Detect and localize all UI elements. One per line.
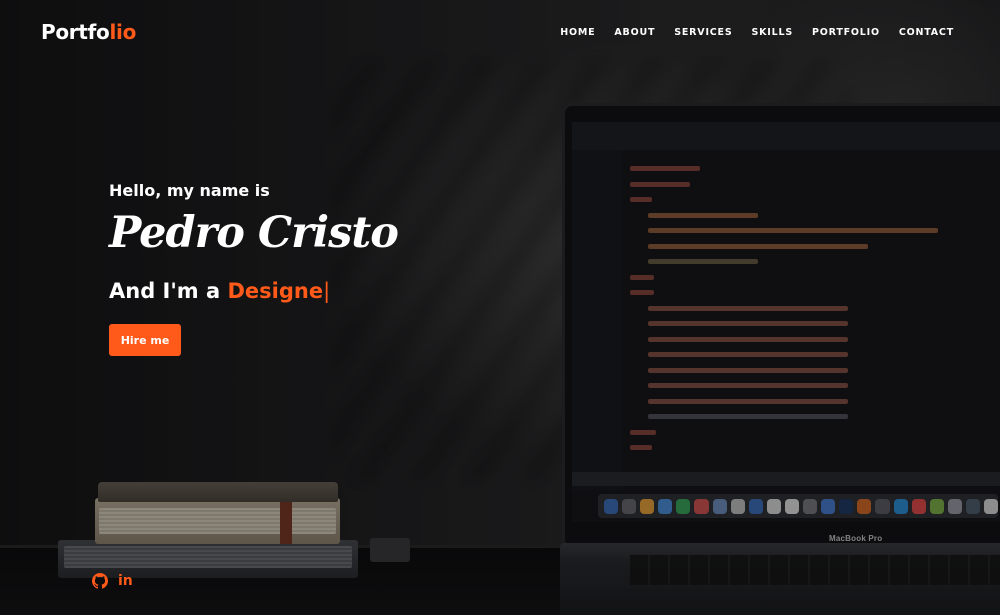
hero-role-line: And I'm a Designe| [109,279,330,303]
hero-role-typed: Designe [227,279,324,303]
hero-background-image: MacBook Pro [0,0,1000,615]
linkedin-icon[interactable]: in [118,573,134,589]
logo-accent-text: lio [109,20,137,44]
logo-text: Portfo [41,20,110,44]
nav-about[interactable]: ABOUT [614,27,655,38]
main-nav: HOME ABOUT SERVICES SKILLS PORTFOLIO CON… [560,27,954,38]
hero-role-prefix: And I'm a [109,279,228,303]
hero-name: Pedro Cristo [109,208,399,258]
github-icon[interactable] [92,573,108,589]
nav-portfolio[interactable]: PORTFOLIO [812,27,880,38]
nav-skills[interactable]: SKILLS [752,27,794,38]
typing-cursor: | [323,279,331,303]
nav-home[interactable]: HOME [560,27,595,38]
nav-services[interactable]: SERVICES [674,27,732,38]
nav-contact[interactable]: CONTACT [899,27,954,38]
dark-overlay [0,0,1000,615]
social-links: in [92,573,134,589]
hero-greeting: Hello, my name is [109,181,270,200]
site-logo[interactable]: Portfolio [41,20,136,44]
hire-me-button[interactable]: Hire me [109,324,181,356]
